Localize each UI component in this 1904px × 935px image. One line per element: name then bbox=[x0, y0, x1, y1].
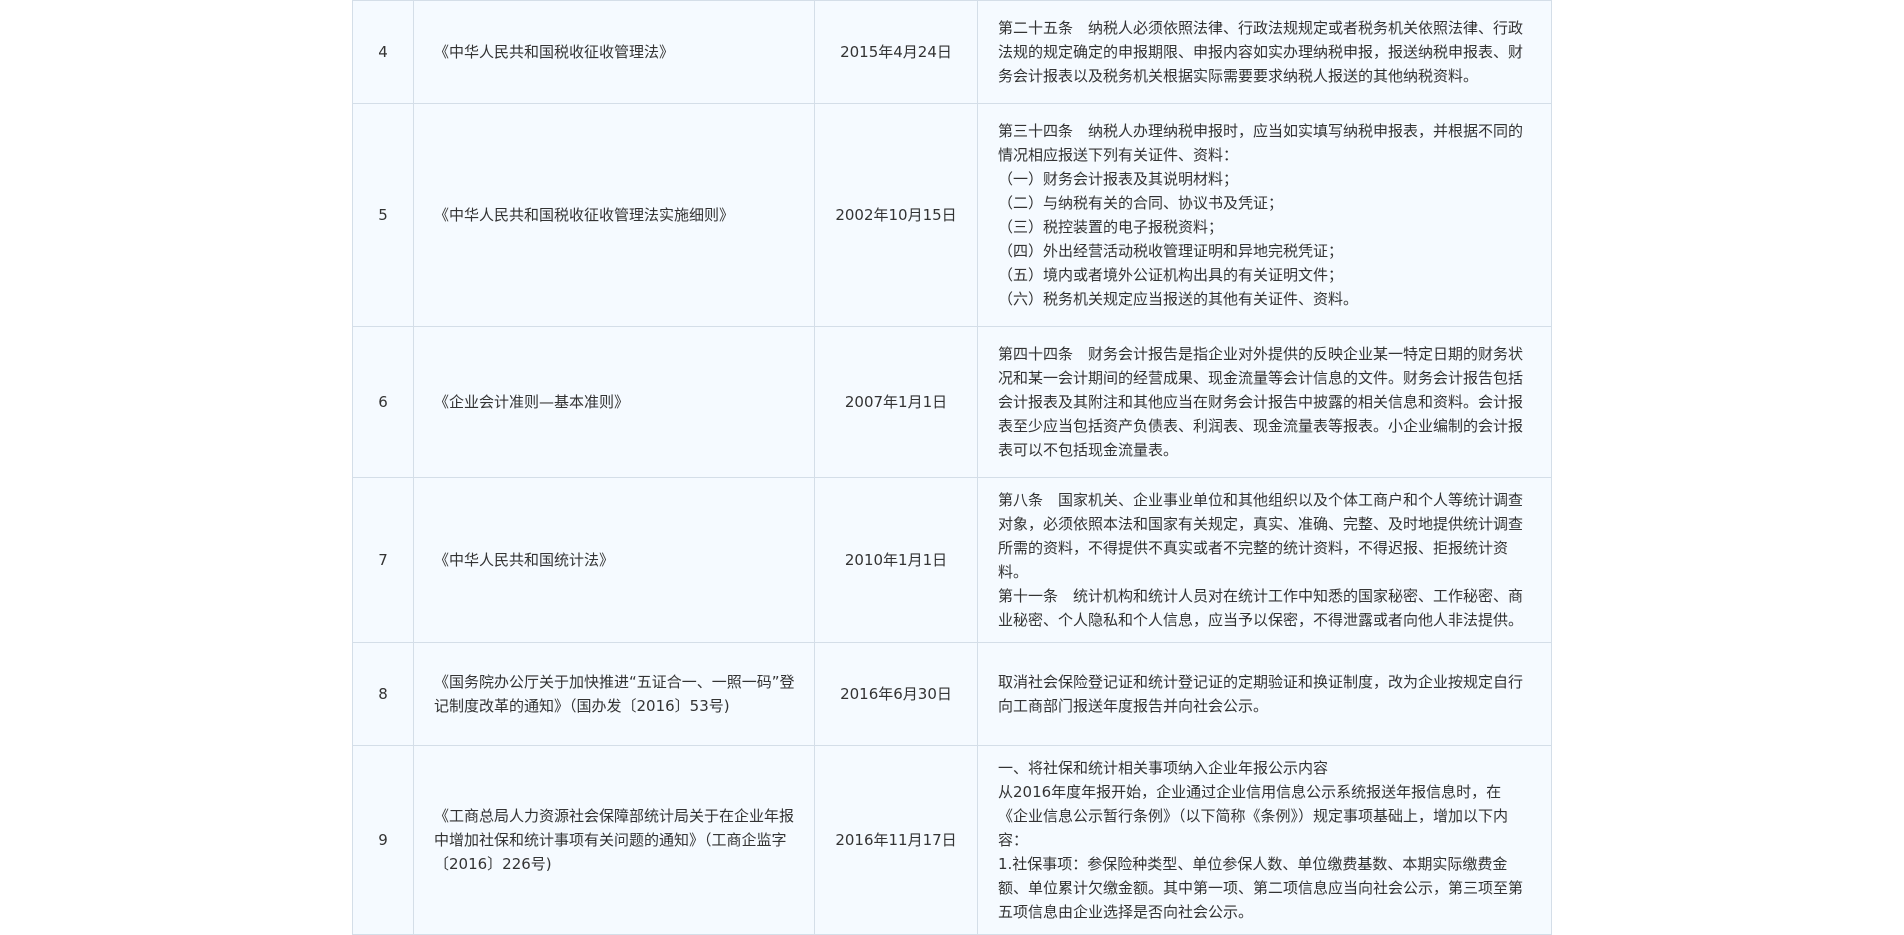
content-line: （二）与纳税有关的合同、协议书及凭证； bbox=[998, 194, 1284, 212]
row-number: 8 bbox=[352, 642, 414, 746]
law-name: 《中华人民共和国税收征收管理法》 bbox=[413, 0, 815, 104]
table-row: 5 《中华人民共和国税收征收管理法实施细则》 2002年10月15日 第三十四条… bbox=[352, 103, 1552, 327]
effective-date: 2016年11月17日 bbox=[814, 745, 978, 935]
table-row: 9 《工商总局人力资源社会保障部统计局关于在企业年报中增加社保和统计事项有关问题… bbox=[352, 745, 1552, 935]
content-line: 第四十四条 财务会计报告是指企业对外提供的反映企业某一特定日期的财务状况和某一会… bbox=[998, 345, 1524, 459]
law-name: 《企业会计准则—基本准则》 bbox=[413, 326, 815, 478]
content-line: 取消社会保险登记证和统计登记证的定期验证和换证制度，改为企业按规定自行向工商部门… bbox=[998, 673, 1524, 715]
row-number: 5 bbox=[352, 103, 414, 327]
law-name: 《工商总局人力资源社会保障部统计局关于在企业年报中增加社保和统计事项有关问题的通… bbox=[413, 745, 815, 935]
row-number: 7 bbox=[352, 477, 414, 643]
content-line: 第八条 国家机关、企业事业单位和其他组织以及个体工商户和个人等统计调查对象，必须… bbox=[998, 491, 1524, 581]
law-name: 《中华人民共和国统计法》 bbox=[413, 477, 815, 643]
law-name: 《中华人民共和国税收征收管理法实施细则》 bbox=[413, 103, 815, 327]
content-line: （四）外出经营活动税收管理证明和异地完税凭证； bbox=[998, 242, 1344, 260]
policy-table: 4 《中华人民共和国税收征收管理法》 2015年4月24日 第二十五条 纳税人必… bbox=[352, 0, 1552, 935]
content-cell: 一、将社保和统计相关事项纳入企业年报公示内容 从2016年度年报开始，企业通过企… bbox=[977, 745, 1552, 935]
content-line: （六）税务机关规定应当报送的其他有关证件、资料。 bbox=[998, 290, 1359, 308]
table-row: 8 《国务院办公厅关于加快推进“五证合一、一照一码”登记制度改革的通知》（国办发… bbox=[352, 642, 1552, 746]
effective-date: 2007年1月1日 bbox=[814, 326, 978, 478]
effective-date: 2016年6月30日 bbox=[814, 642, 978, 746]
content-cell: 第三十四条 纳税人办理纳税申报时，应当如实填写纳税申报表，并根据不同的情况相应报… bbox=[977, 103, 1552, 327]
content-line: 第三十四条 纳税人办理纳税申报时，应当如实填写纳税申报表，并根据不同的情况相应报… bbox=[998, 122, 1524, 164]
content-cell: 第二十五条 纳税人必须依照法律、行政法规规定或者税务机关依照法律、行政法规的规定… bbox=[977, 0, 1552, 104]
content-line: 1.社保事项：参保险种类型、单位参保人数、单位缴费基数、本期实际缴费金额、单位累… bbox=[998, 855, 1524, 921]
content-line: （一）财务会计报表及其说明材料； bbox=[998, 170, 1239, 188]
content-line: 第十一条 统计机构和统计人员对在统计工作中知悉的国家秘密、工作秘密、商业秘密、个… bbox=[998, 587, 1524, 629]
content-line: 从2016年度年报开始，企业通过企业信用信息公示系统报送年报信息时，在《企业信息… bbox=[998, 783, 1509, 849]
table-row: 4 《中华人民共和国税收征收管理法》 2015年4月24日 第二十五条 纳税人必… bbox=[352, 0, 1552, 104]
content-line: （五）境内或者境外公证机构出具的有关证明文件； bbox=[998, 266, 1344, 284]
content-cell: 取消社会保险登记证和统计登记证的定期验证和换证制度，改为企业按规定自行向工商部门… bbox=[977, 642, 1552, 746]
content-cell: 第四十四条 财务会计报告是指企业对外提供的反映企业某一特定日期的财务状况和某一会… bbox=[977, 326, 1552, 478]
policy-table-container: 4 《中华人民共和国税收征收管理法》 2015年4月24日 第二十五条 纳税人必… bbox=[352, 0, 1552, 935]
content-line: 第二十五条 纳税人必须依照法律、行政法规规定或者税务机关依照法律、行政法规的规定… bbox=[998, 19, 1524, 85]
law-name: 《国务院办公厅关于加快推进“五证合一、一照一码”登记制度改革的通知》（国办发〔2… bbox=[413, 642, 815, 746]
row-number: 6 bbox=[352, 326, 414, 478]
effective-date: 2002年10月15日 bbox=[814, 103, 978, 327]
table-row: 6 《企业会计准则—基本准则》 2007年1月1日 第四十四条 财务会计报告是指… bbox=[352, 326, 1552, 478]
row-number: 4 bbox=[352, 0, 414, 104]
policy-table-body: 4 《中华人民共和国税收征收管理法》 2015年4月24日 第二十五条 纳税人必… bbox=[352, 0, 1552, 935]
content-line: 一、将社保和统计相关事项纳入企业年报公示内容 bbox=[998, 759, 1329, 777]
table-row: 7 《中华人民共和国统计法》 2010年1月1日 第八条 国家机关、企业事业单位… bbox=[352, 477, 1552, 643]
effective-date: 2015年4月24日 bbox=[814, 0, 978, 104]
effective-date: 2010年1月1日 bbox=[814, 477, 978, 643]
content-line: （三）税控装置的电子报税资料； bbox=[998, 218, 1224, 236]
row-number: 9 bbox=[352, 745, 414, 935]
content-cell: 第八条 国家机关、企业事业单位和其他组织以及个体工商户和个人等统计调查对象，必须… bbox=[977, 477, 1552, 643]
